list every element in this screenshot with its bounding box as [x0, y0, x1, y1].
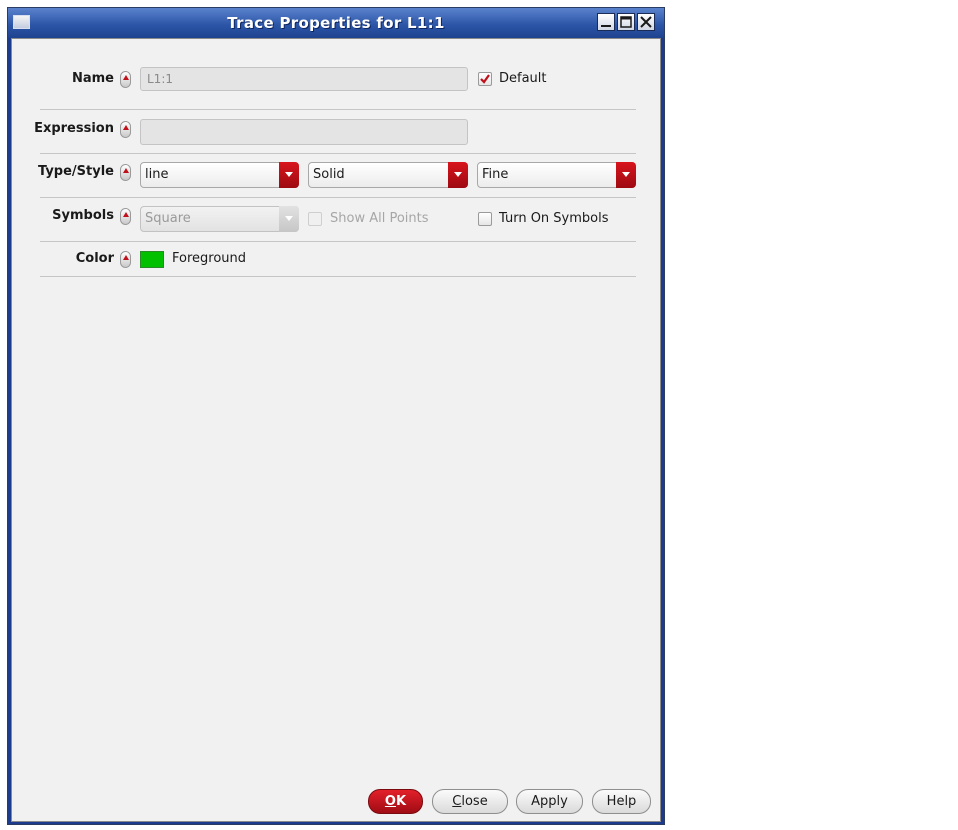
name-expand-toggle[interactable]	[120, 71, 131, 88]
default-checkbox[interactable]	[478, 72, 492, 86]
line-width-value: Fine	[482, 167, 509, 182]
separator	[40, 197, 636, 198]
trace-type-dropdown[interactable]: line	[140, 162, 299, 188]
maximize-icon	[620, 16, 632, 28]
name-label: Name	[71, 71, 114, 86]
color-label: Color	[75, 251, 114, 266]
show-all-points-label: Show All Points	[330, 211, 429, 226]
checkmark-icon	[480, 74, 490, 84]
apply-button[interactable]: Apply	[516, 789, 583, 814]
separator	[40, 109, 636, 110]
window-title: Trace Properties for L1:1	[227, 14, 445, 32]
color-expand-toggle[interactable]	[120, 251, 131, 268]
symbol-dropdown[interactable]: Square	[140, 206, 299, 232]
dialog-body: Name L1:1 Default Expression Type/Style	[11, 38, 661, 822]
separator	[40, 241, 636, 242]
help-button[interactable]: Help	[592, 789, 651, 814]
name-field[interactable]: L1:1	[140, 67, 468, 91]
symbols-label: Symbols	[52, 208, 114, 223]
chevron-down-icon	[616, 162, 636, 188]
expression-label: Expression	[34, 121, 114, 136]
symbols-row: Symbols Square Show All Points Turn On S…	[40, 204, 636, 234]
symbols-expand-toggle[interactable]	[120, 208, 131, 225]
type-style-row: Type/Style line Solid Fine	[38, 160, 636, 190]
trace-properties-window: Trace Properties for L1:1 Name L1:1 Defa…	[7, 7, 665, 825]
trace-type-value: line	[145, 167, 169, 182]
type-style-expand-toggle[interactable]	[120, 164, 131, 181]
chevron-down-icon	[279, 206, 299, 232]
symbol-value: Square	[145, 211, 191, 226]
line-style-value: Solid	[313, 167, 345, 182]
title-bar[interactable]: Trace Properties for L1:1	[8, 8, 664, 38]
separator	[40, 153, 636, 154]
close-button[interactable]: Close	[432, 789, 508, 814]
close-mnemonic: C	[452, 794, 462, 809]
ok-label-rest: K	[395, 794, 407, 809]
show-all-points-checkbox[interactable]	[308, 212, 322, 226]
chevron-down-icon	[279, 162, 299, 188]
color-row: Color Foreground	[40, 247, 636, 273]
ok-mnemonic: O	[384, 794, 396, 809]
line-style-dropdown[interactable]: Solid	[308, 162, 468, 188]
minimize-button[interactable]	[597, 13, 615, 31]
expression-expand-toggle[interactable]	[120, 121, 131, 138]
type-style-label: Type/Style	[38, 164, 114, 179]
separator	[40, 276, 636, 277]
line-width-dropdown[interactable]: Fine	[477, 162, 636, 188]
maximize-button[interactable]	[617, 13, 635, 31]
minimize-icon	[601, 25, 611, 27]
ok-button[interactable]: OK	[368, 789, 423, 814]
color-value: Foreground	[172, 251, 247, 266]
color-swatch[interactable]	[140, 251, 164, 268]
close-label-rest: lose	[461, 794, 488, 809]
chevron-down-icon	[448, 162, 468, 188]
close-window-button[interactable]	[637, 13, 655, 31]
name-row: Name L1:1 Default	[40, 67, 636, 97]
default-checkbox-label: Default	[499, 71, 547, 86]
expression-field[interactable]	[140, 119, 468, 145]
close-icon	[640, 16, 652, 28]
turn-on-symbols-checkbox[interactable]	[478, 212, 492, 226]
expression-row: Expression	[34, 117, 636, 147]
turn-on-symbols-label: Turn On Symbols	[499, 211, 609, 226]
